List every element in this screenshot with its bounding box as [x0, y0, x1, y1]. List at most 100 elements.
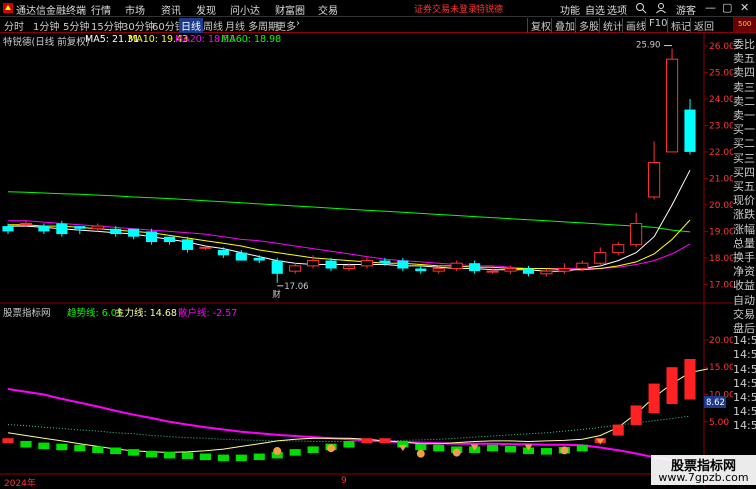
trend-bar [487, 444, 499, 452]
candle-body-up [630, 222, 643, 246]
candle-body-down [325, 260, 337, 269]
user-icon[interactable] [655, 2, 667, 14]
candle-body-up [432, 268, 445, 272]
candle-body-down [128, 228, 140, 237]
trend-bar [684, 358, 696, 400]
period-5min[interactable]: 5分钟 [61, 18, 91, 33]
candle-body-up [504, 268, 517, 272]
trend-bar [379, 438, 391, 444]
close-button[interactable]: ✕ [740, 1, 749, 14]
period-daily[interactable]: 日线 [179, 18, 203, 33]
maximize-button[interactable]: ▢ [722, 1, 732, 14]
watermark-url: www.7gpzb.com [658, 471, 749, 484]
trend-bar [38, 442, 50, 450]
quote-panel-item: 14:50 [733, 405, 756, 419]
ma20-line [8, 220, 691, 269]
tool-adjust[interactable]: 复权 [527, 18, 554, 33]
menu-watchlist[interactable]: 自选 [585, 2, 605, 17]
menu-discover[interactable]: 发现 [196, 2, 216, 17]
quote-panel-item: 14:50 [733, 391, 756, 404]
candle-body-up [612, 244, 625, 254]
candle-body-down [217, 249, 229, 256]
indicator-tick-label: 5.00 [709, 418, 729, 428]
trend-bar [504, 445, 517, 453]
trend-bar [289, 449, 301, 456]
money-bag-icon [273, 446, 282, 455]
candle-body-down [38, 226, 50, 232]
price-tick-label: 26.00 [709, 42, 733, 52]
kline-chart[interactable]: 26.00 25.00 24.00 23.00 22.00 21.00 20.00 19.00… [0, 33, 733, 487]
candle-body-down [181, 239, 194, 250]
price-tick-label: 25.00 [709, 68, 733, 78]
menu-trade[interactable]: 交易 [318, 2, 338, 17]
trend-bar [217, 454, 229, 462]
candle-body-up [360, 260, 374, 267]
candle-body-down [684, 109, 696, 152]
trend-bar [110, 447, 122, 455]
candle-body-up [450, 262, 463, 270]
trend-bar [343, 440, 355, 448]
money-bag-icon [327, 444, 336, 453]
menu-quotes[interactable]: 行情 [91, 2, 111, 17]
more-arrow-icon[interactable]: › [294, 18, 302, 29]
menu-options[interactable]: 选项 [607, 2, 627, 17]
menu-news[interactable]: 资讯 [161, 2, 181, 17]
menu-bar: 通达信金融终端 行情 市场 资讯 发现 问小达 财富圈 交易 证券交易未登录 特… [0, 0, 756, 17]
trend-bar [540, 448, 552, 455]
financial-report-mark: 财 [272, 289, 281, 300]
candle-body-up [199, 246, 212, 249]
period-tick[interactable]: 分时 [2, 18, 26, 33]
menu-market[interactable]: 市场 [125, 2, 145, 17]
login-notice[interactable]: 证券交易未登录 [414, 2, 477, 15]
period-monthly[interactable]: 月线 [223, 18, 247, 33]
trend-bar [146, 450, 158, 458]
period-1min[interactable]: 1分钟 [31, 18, 61, 33]
axis-year-label: 2024年 [4, 479, 36, 489]
title-stock-name: 特锐德 [476, 5, 504, 15]
menu-ask[interactable]: 问小达 [230, 2, 260, 17]
tool-overlay[interactable]: 叠加 [551, 18, 578, 33]
trend-bar [56, 443, 68, 451]
indicator-tick-label: 15.00 [709, 363, 733, 373]
guest-label[interactable]: 游客 [676, 2, 696, 17]
quote-panel-item: 14:50 [733, 334, 756, 348]
price-tick-label: 21.00 [709, 174, 733, 184]
minimize-button[interactable]: — [705, 1, 716, 14]
quote-panel-item: 14:50 [733, 419, 756, 433]
tool-multistock[interactable]: 多股 [575, 18, 602, 33]
candle-body-up [540, 270, 553, 275]
candle-body-down [56, 223, 68, 235]
period-weekly[interactable]: 周线 [201, 18, 225, 33]
menu-functions[interactable]: 功能 [560, 2, 580, 17]
trend-bar [361, 438, 373, 444]
candle-body-up [307, 260, 320, 267]
trend-bar [20, 440, 32, 448]
low-price-label: 17.06 [284, 282, 308, 292]
price-tick-label: 20.00 [709, 201, 733, 211]
trend-bar [92, 446, 104, 453]
trend-bar [74, 444, 86, 452]
app-title: 通达信金融终端 [16, 6, 86, 17]
trend-bar [415, 443, 427, 451]
quote-panel-item: 14:50 [733, 376, 756, 390]
candle-body-down [253, 257, 265, 261]
money-bag-icon [452, 448, 461, 457]
high-price-label: 25.90 [636, 41, 660, 51]
search-icon[interactable] [635, 2, 647, 14]
candle-body-up [91, 225, 104, 230]
trend-bar [630, 405, 642, 426]
menu-wealth[interactable]: 财富圈 [275, 2, 305, 17]
candle-body-up [665, 58, 679, 153]
trend-bar [2, 438, 14, 444]
trend-bar [666, 367, 678, 405]
candle-body-up [648, 162, 661, 198]
tool-back[interactable]: 返回 [690, 18, 717, 33]
quote-panel-item: 14:50 [733, 348, 756, 362]
candle-body-down [2, 226, 14, 232]
candle-body-down [271, 260, 283, 274]
right-panel-tag: 500 [738, 20, 752, 28]
candle-body-up [594, 252, 607, 264]
money-bag-icon [416, 449, 425, 458]
ma5-line [8, 169, 691, 272]
current-value-label: 8.62 [706, 398, 725, 408]
